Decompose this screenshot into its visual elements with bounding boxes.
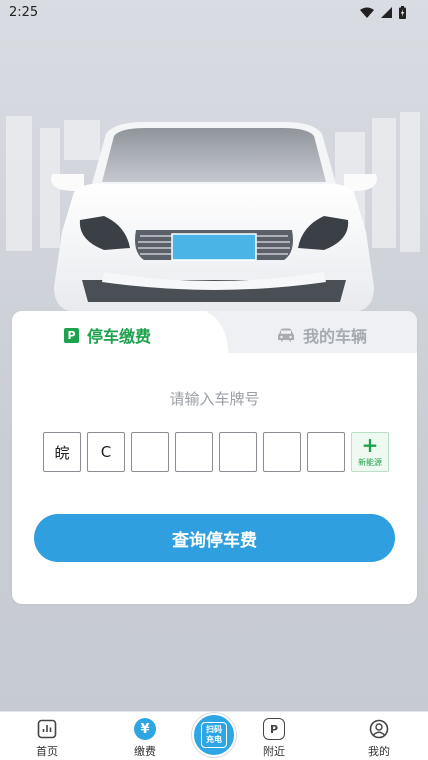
- parking-fee-card: P 停车缴费 我的车辆 请输入车牌号 皖 C + 新能源 查询停车费: [12, 311, 417, 604]
- signal-icon: [381, 6, 392, 18]
- user-icon: [368, 718, 390, 740]
- scan-charge-line2: 充电: [206, 735, 222, 744]
- parking-icon: P: [64, 327, 79, 343]
- plate-input-hint: 请输入车牌号: [169, 390, 260, 408]
- nav-pay-label: 缴费: [134, 745, 156, 758]
- tab-my-vehicles-label: 我的车辆: [303, 327, 368, 346]
- tab-parking-fee[interactable]: P 停车缴费: [64, 323, 151, 347]
- status-time: 2:25: [9, 4, 39, 20]
- nav-home[interactable]: 首页: [17, 718, 77, 759]
- nav-home-label: 首页: [36, 745, 58, 758]
- plate-char-7[interactable]: [307, 432, 345, 472]
- status-icons: [360, 5, 406, 19]
- home-icon: [36, 718, 58, 740]
- scan-charge-button[interactable]: 扫码 充电: [192, 713, 236, 757]
- plate-char-3[interactable]: [131, 432, 169, 472]
- status-bar: 2:25: [0, 0, 428, 24]
- new-energy-plate-button[interactable]: + 新能源: [351, 432, 389, 472]
- nav-mine-label: 我的: [368, 745, 390, 758]
- plate-char-6[interactable]: [263, 432, 301, 472]
- parking-nearby-icon: P: [263, 718, 285, 740]
- plate-char-1[interactable]: 皖: [43, 432, 81, 472]
- plate-char-2[interactable]: C: [87, 432, 125, 472]
- battery-icon: [399, 5, 406, 19]
- query-parking-fee-button[interactable]: 查询停车费: [34, 514, 395, 562]
- new-energy-label: 新能源: [358, 458, 382, 467]
- scan-charge-icon: 扫码 充电: [201, 722, 227, 748]
- car-icon: [278, 328, 294, 342]
- plus-icon: +: [361, 433, 379, 457]
- plate-char-4[interactable]: [175, 432, 213, 472]
- plate-char-5[interactable]: [219, 432, 257, 472]
- app-screen: 2:25 P 停车缴费 我的车辆 请输入车牌号 皖 C + 新能源 查询停车费 …: [0, 0, 428, 760]
- nav-nearby[interactable]: P 附近: [244, 718, 304, 759]
- wifi-icon: [360, 7, 374, 18]
- tab-my-vehicles[interactable]: 我的车辆: [277, 323, 367, 347]
- tab-parking-fee-label: 停车缴费: [87, 327, 152, 346]
- scan-charge-line1: 扫码: [206, 725, 222, 734]
- nav-pay[interactable]: ¥ 缴费: [115, 718, 175, 759]
- plate-input-row: 皖 C + 新能源: [43, 432, 389, 472]
- car-illustration: [51, 122, 377, 312]
- nav-mine[interactable]: 我的: [349, 718, 409, 759]
- yen-icon: ¥: [134, 718, 156, 740]
- nav-nearby-label: 附近: [263, 745, 285, 758]
